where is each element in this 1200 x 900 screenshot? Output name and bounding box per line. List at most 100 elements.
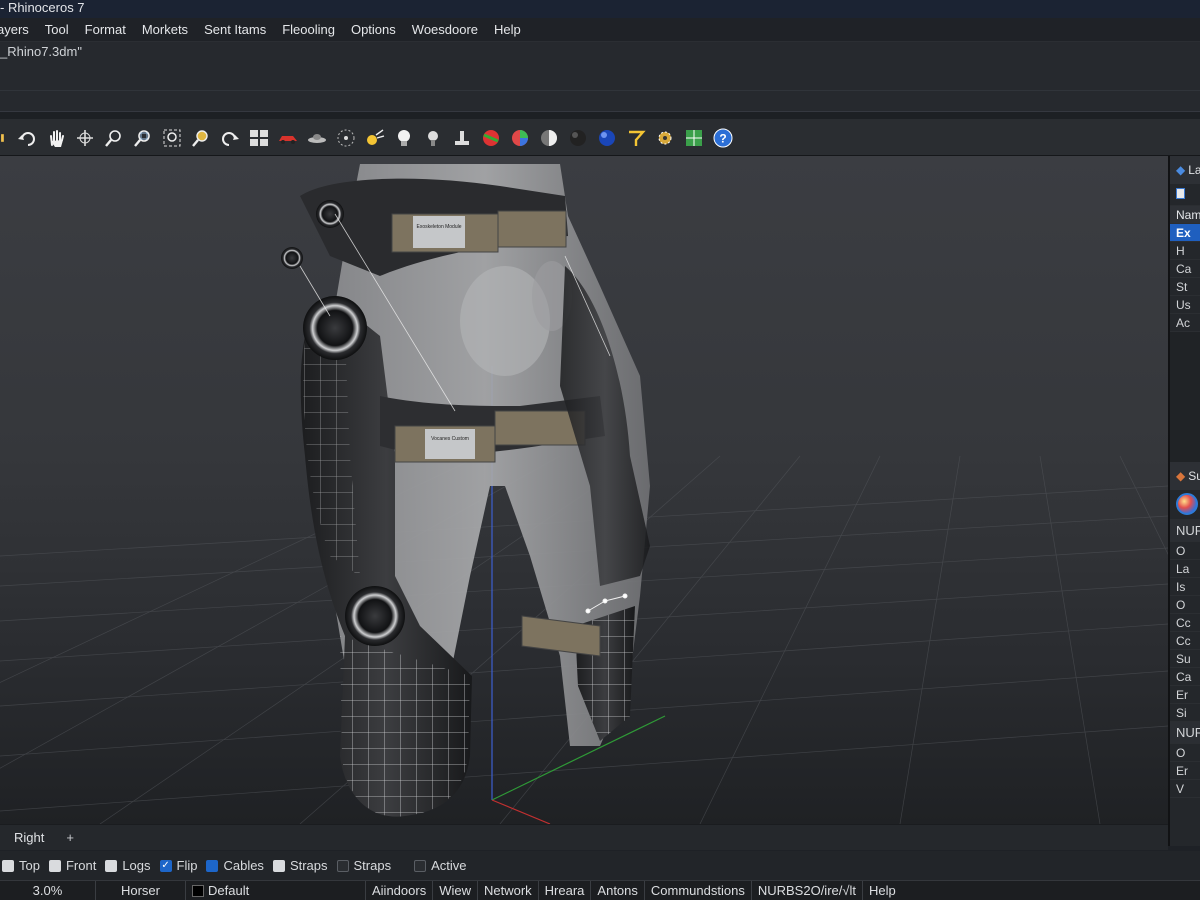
layer-row[interactable]: Ac xyxy=(1170,314,1200,332)
osnap-bar: Top Front Logs ✓ Flip Cables Straps Straps Activ… xyxy=(0,851,1200,880)
status-units[interactable]: Horser xyxy=(96,881,186,900)
ufo-icon[interactable] xyxy=(303,125,331,151)
tab-right[interactable]: Right xyxy=(0,825,58,850)
osnap-label: Logs xyxy=(122,858,151,873)
curve-tool-icon[interactable] xyxy=(622,125,650,151)
osnap-straps-checkbox[interactable]: Straps xyxy=(272,851,328,880)
status-pane[interactable]: NURBS2O/ire/√lt xyxy=(752,881,863,900)
osnap-flip-checkbox[interactable]: ✓ Flip xyxy=(159,851,197,880)
menu-format[interactable]: Format xyxy=(77,18,134,41)
blue-sphere-icon[interactable] xyxy=(593,125,621,151)
property-row[interactable]: Er xyxy=(1170,686,1200,704)
hip-plate-label xyxy=(413,216,465,248)
status-pane[interactable]: Hreara xyxy=(539,881,592,900)
status-pane[interactable]: Network xyxy=(478,881,539,900)
perspective-viewport[interactable]: Exoskeleton Module Vocanes Custom xyxy=(0,156,1168,824)
layer-row[interactable]: Us xyxy=(1170,296,1200,314)
menu-woesdoore[interactable]: Woesdoore xyxy=(404,18,486,41)
property-row[interactable]: Cc xyxy=(1170,632,1200,650)
checkbox-box xyxy=(2,859,14,872)
status-pane[interactable]: Antons xyxy=(591,881,645,900)
target-icon[interactable] xyxy=(332,125,360,151)
stamp-icon[interactable] xyxy=(448,125,476,151)
osnap-front-checkbox[interactable]: Front xyxy=(48,851,96,880)
checkbox-box xyxy=(414,859,427,872)
menu-morkets[interactable]: Morkets xyxy=(134,18,196,41)
osnap-straps-checkbox[interactable]: Straps xyxy=(336,851,391,880)
help-icon[interactable]: ? xyxy=(709,125,737,151)
menu-layers[interactable]: ayers xyxy=(0,18,37,41)
status-pane[interactable]: Wiew xyxy=(433,881,478,900)
property-row[interactable]: Is xyxy=(1170,578,1200,596)
dark-sphere-icon[interactable] xyxy=(564,125,592,151)
layer-row[interactable]: H xyxy=(1170,242,1200,260)
material-ball-icon[interactable] xyxy=(477,125,505,151)
property-row[interactable]: O xyxy=(1170,744,1200,762)
property-row[interactable]: Er xyxy=(1170,762,1200,780)
property-row[interactable]: Ca xyxy=(1170,668,1200,686)
menu-options[interactable]: Options xyxy=(343,18,404,41)
property-row[interactable]: La xyxy=(1170,560,1200,578)
osnap-label: Cables xyxy=(223,858,264,873)
property-row[interactable]: O xyxy=(1170,542,1200,560)
layers-column-name[interactable]: Nam xyxy=(1170,206,1200,224)
spotlight-icon[interactable] xyxy=(361,125,389,151)
status-pane[interactable]: Aiindoors xyxy=(366,881,434,900)
new-layer-icon[interactable] xyxy=(1176,188,1185,199)
layer-icon[interactable] xyxy=(0,125,12,151)
color-wheel-icon[interactable] xyxy=(506,125,534,151)
rhino-window: - Rhinoceros 7 ayers Tool Format Morkets… xyxy=(0,0,1200,900)
zoom-icon[interactable] xyxy=(100,125,128,151)
properties-section[interactable]: NUR xyxy=(1170,520,1200,542)
checkbox-box xyxy=(48,859,61,872)
property-row[interactable]: V xyxy=(1170,780,1200,798)
light-bulb-icon[interactable] xyxy=(390,125,418,151)
property-row[interactable]: Su xyxy=(1170,650,1200,668)
grid-snap-icon[interactable] xyxy=(680,125,708,151)
property-row[interactable]: Si xyxy=(1170,704,1200,722)
layer-row[interactable]: Ca xyxy=(1170,260,1200,278)
undo-icon[interactable] xyxy=(13,125,41,151)
osnap-logs-checkbox[interactable]: Logs xyxy=(105,851,151,880)
property-row[interactable]: O xyxy=(1170,596,1200,614)
layers-icon: ◆ xyxy=(1176,163,1186,177)
hip-joint-actuator xyxy=(303,296,367,360)
properties-tabs xyxy=(1170,490,1200,520)
shaded-sphere-icon[interactable] xyxy=(535,125,563,151)
menu-tool[interactable]: Tool xyxy=(37,18,77,41)
status-pane[interactable]: Commundstions xyxy=(645,881,752,900)
menu-help[interactable]: Help xyxy=(486,18,529,41)
command-history-line: _Rhino7.3dm" xyxy=(0,44,82,59)
render-car-icon[interactable] xyxy=(274,125,302,151)
property-row[interactable]: Cc xyxy=(1170,614,1200,632)
properties-section[interactable]: NUR xyxy=(1170,722,1200,744)
redo-view-icon[interactable] xyxy=(216,125,244,151)
four-viewports-icon[interactable] xyxy=(245,125,273,151)
command-prompt-divider xyxy=(0,90,1200,91)
rotate-view-icon[interactable] xyxy=(71,125,99,151)
status-bar: 3.0% Horser Default Aiindoors Wiew Netwo… xyxy=(0,880,1200,900)
menu-fleooling[interactable]: Fleooling xyxy=(274,18,343,41)
zoom-selected-icon[interactable] xyxy=(187,125,215,151)
zoom-window-icon[interactable] xyxy=(129,125,157,151)
layers-panel-header[interactable]: ◆ La xyxy=(1170,156,1200,184)
properties-panel-header[interactable]: ◆ Su xyxy=(1170,462,1200,490)
bulb-off-icon[interactable] xyxy=(419,125,447,151)
pan-hand-icon[interactable] xyxy=(42,125,70,151)
osnap-label: Straps xyxy=(289,858,328,873)
status-coordinates[interactable]: 3.0% xyxy=(0,881,96,900)
osnap-cables-checkbox[interactable]: Cables xyxy=(206,851,264,880)
command-history[interactable]: _Rhino7.3dm" xyxy=(0,42,1200,112)
gear-settings-icon[interactable] xyxy=(651,125,679,151)
layer-row[interactable]: Ex xyxy=(1170,224,1200,242)
zoom-extents-icon[interactable] xyxy=(158,125,186,151)
status-pane[interactable]: Help xyxy=(863,881,902,900)
add-viewport-tab-button[interactable]: + xyxy=(58,825,82,850)
menu-sent-items[interactable]: Sent Itams xyxy=(196,18,274,41)
checkbox-box xyxy=(272,859,285,872)
layer-row[interactable]: St xyxy=(1170,278,1200,296)
osnap-active-checkbox[interactable]: Active xyxy=(414,851,467,880)
osnap-top-checkbox[interactable]: Top xyxy=(2,851,40,880)
status-layer[interactable]: Default xyxy=(186,881,366,900)
material-ball-tab-icon[interactable] xyxy=(1176,493,1198,515)
